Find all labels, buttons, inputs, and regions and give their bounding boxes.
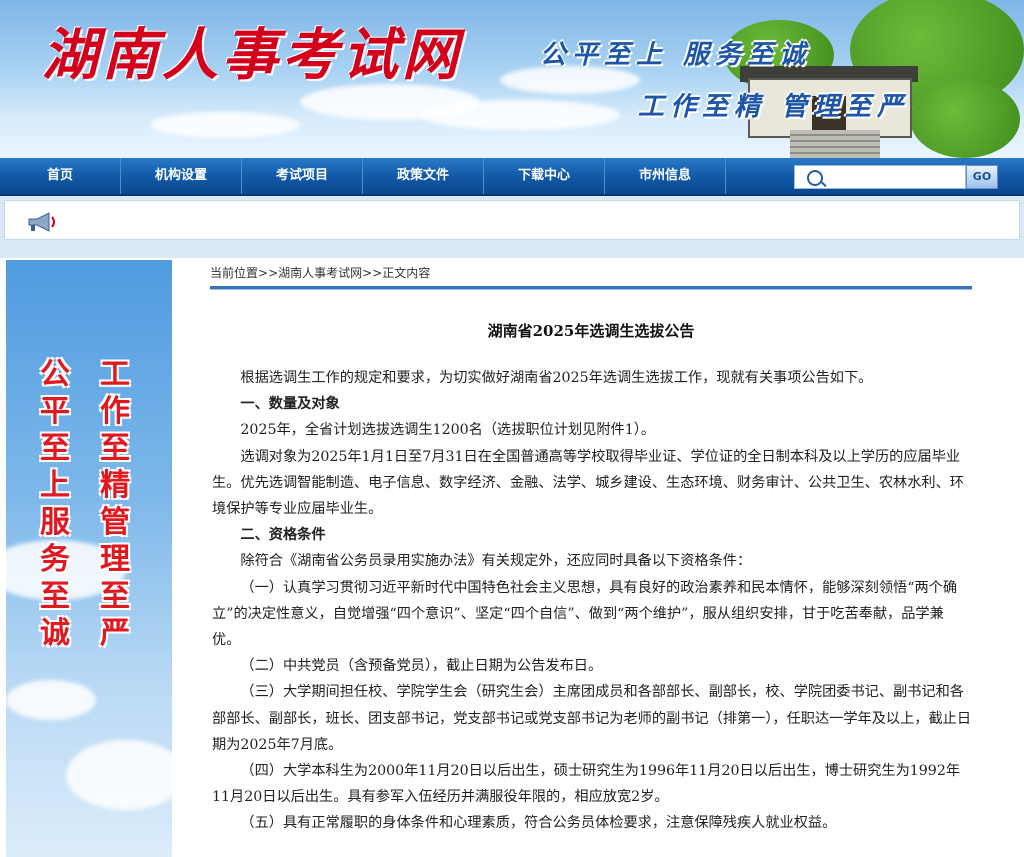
notice-bar — [0, 196, 1024, 244]
breadcrumb-separator: >> — [362, 266, 383, 280]
slogan-line-2: 工作至精 管理至严 — [638, 92, 910, 122]
nav-item-city-info[interactable]: 市州信息 — [605, 158, 726, 194]
left-slogan-banner: 公平至上 服务至诚 工作至精 管理至严 — [6, 260, 172, 857]
search-go-button[interactable]: GO — [966, 165, 998, 189]
left-banner-slogan-2: 工作至精 管理至严 — [100, 357, 160, 651]
article-paragraph: 2025年，全省计划选拔选调生1200名（选拔职位计划见附件1）。 — [240, 422, 656, 439]
breadcrumb-label: 当前位置 — [210, 266, 259, 280]
cloud-decoration — [420, 100, 620, 130]
article-paragraph: （四）大学本科生为2000年11月20日以后出生，硕士研究生为1996年11月2… — [212, 763, 961, 806]
search-box — [794, 165, 966, 189]
article-paragraph: 根据选调生工作的规定和要求，为切实做好湖南省2025年选调生选拔工作，现就有关事… — [240, 370, 873, 386]
nav-item-policy[interactable]: 政策文件 — [363, 158, 484, 194]
article-section-heading: 二、资格条件 — [240, 527, 326, 544]
breadcrumb-divider — [210, 286, 972, 290]
article-title: 湖南省2025年选调生选拔公告 — [487, 322, 695, 340]
notice-bar-inner — [4, 200, 1020, 240]
tree-decoration — [910, 80, 1020, 158]
article-paragraph: 除符合《湖南省公务员录用实施办法》有关规定外，还应同时具备以下资格条件： — [240, 553, 752, 570]
separator-strip — [0, 244, 1024, 258]
article-paragraph: 选调对象为2025年1月1日至7月31日在全国普通高等学校取得毕业证、学位证的全… — [212, 448, 964, 518]
megaphone-icon — [28, 212, 55, 232]
nav-item-organization[interactable]: 机构设置 — [121, 158, 242, 194]
breadcrumb-home-link[interactable]: 湖南人事考试网 — [278, 266, 362, 280]
header-banner: 湖南人事考试网 公平至上 服务至诚 工作至精 管理至严 — [0, 0, 1024, 158]
article-paragraph: （二）中共党员（含预备党员），截止日期为公告发布日。 — [240, 658, 603, 675]
article-section-heading: 一、数量及对象 — [240, 396, 340, 413]
article-paragraph: （三）大学期间担任校、学院学生会（研究生会）主席团成员和各部部长、副部长，校、学… — [212, 684, 972, 753]
search-icon — [807, 170, 823, 186]
breadcrumb: 当前位置>>湖南人事考试网>>正文内容 — [210, 260, 972, 286]
nav-item-downloads[interactable]: 下载中心 — [484, 158, 605, 194]
search-input[interactable] — [831, 168, 961, 186]
cloud-decoration — [6, 680, 96, 720]
main-content: 当前位置>>湖南人事考试网>>正文内容 湖南省2025年选调生选拔公告 根据选调… — [210, 260, 972, 837]
cloud-decoration — [66, 740, 172, 810]
slogan-line-1: 公平至上 服务至诚 — [540, 40, 812, 70]
article-paragraph: （五）具有正常履职的身体条件和心理素质，符合公务员体检要求，注意保障残疾人就业权… — [240, 815, 837, 832]
breadcrumb-separator: >> — [258, 266, 279, 280]
breadcrumb-current: 正文内容 — [382, 266, 431, 280]
left-banner-slogan-1: 公平至上 服务至诚 — [40, 357, 100, 651]
site-logo-title[interactable]: 湖南人事考试网 — [42, 10, 462, 91]
article-body: 根据选调生工作的规定和要求，为切实做好湖南省2025年选调生选拔工作，现就有关事… — [210, 361, 972, 837]
building-steps — [790, 130, 880, 158]
nav-item-home[interactable]: 首页 — [0, 158, 121, 194]
nav-item-exams[interactable]: 考试项目 — [242, 158, 363, 194]
main-nav: 首页 机构设置 考试项目 政策文件 下载中心 市州信息 GO — [0, 158, 1024, 196]
article-paragraph: （一）认真学习贯彻习近平新时代中国特色社会主义思想，具有良好的政治素养和民本情怀… — [212, 579, 958, 649]
cloud-decoration — [150, 112, 300, 138]
